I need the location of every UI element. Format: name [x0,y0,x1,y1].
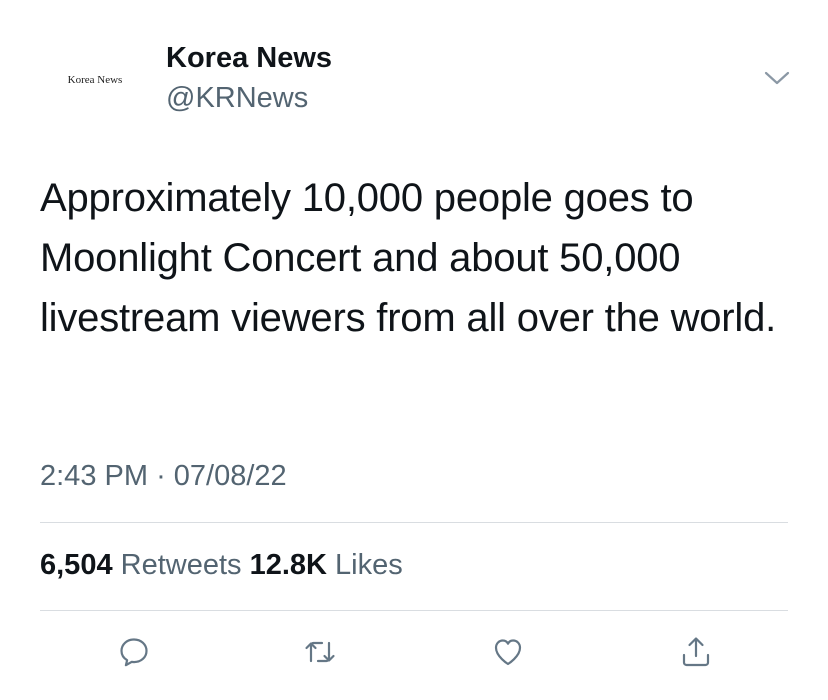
retweets-count: 6,504 [40,549,113,581]
tweet-timestamp[interactable]: 2:43 PM · 07/08/22 [40,460,287,493]
retweets-label: Retweets [120,549,242,581]
tweet-time: 2:43 PM [40,460,148,492]
avatar-logo-text: Korea News [67,74,123,86]
share-button[interactable] [674,630,718,674]
reply-icon [120,638,148,667]
heart-icon [494,639,522,666]
divider [40,610,788,611]
tweet-text: Approximately 10,000 people goes to Moon… [40,176,777,340]
share-icon [682,637,710,667]
timestamp-separator: · [156,460,166,492]
retweets-stat[interactable]: 6,504 Retweets [40,549,250,581]
like-button[interactable] [486,630,530,674]
likes-count: 12.8K [249,549,327,581]
tweet-date: 07/08/22 [173,460,287,492]
retweet-button[interactable] [298,630,342,674]
tweet-detail: Korea News Korea News @KRNews Approximat… [0,0,828,700]
more-options-button[interactable] [762,66,792,90]
reply-button[interactable] [112,630,156,674]
divider [40,522,788,523]
display-name[interactable]: Korea News [166,42,332,75]
retweet-icon [305,641,335,663]
chevron-down-icon [764,71,790,85]
user-handle[interactable]: @KRNews [166,82,308,115]
action-bar [0,630,828,680]
likes-stat[interactable]: 12.8K Likes [250,549,403,581]
engagement-stats: 6,504 Retweets 12.8K Likes [40,549,403,582]
likes-label: Likes [335,549,403,581]
avatar[interactable]: Korea News [40,40,150,120]
